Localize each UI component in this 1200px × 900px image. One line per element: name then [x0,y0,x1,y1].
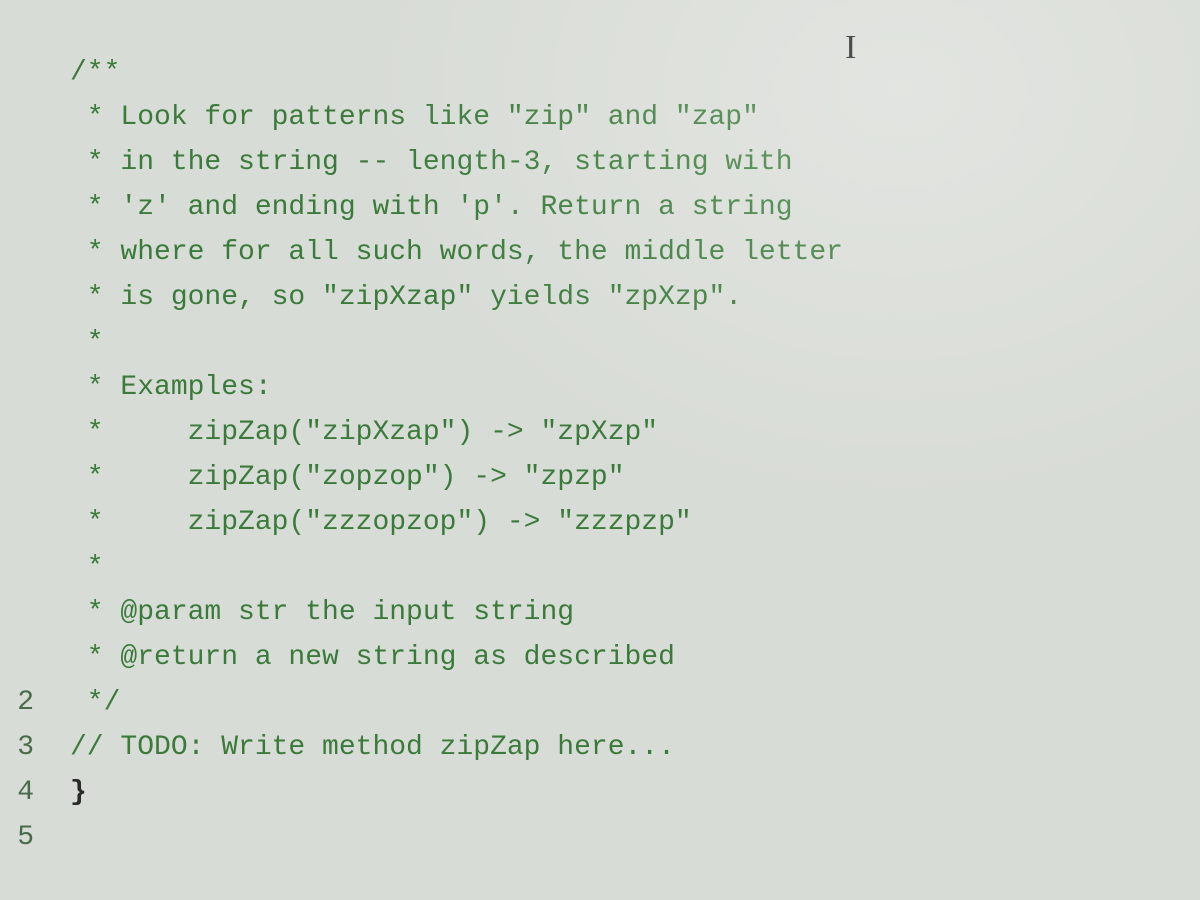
code-area[interactable]: /** * Look for patterns like "zip" and "… [40,50,1200,900]
gutter-line [0,140,34,185]
gutter-line [0,50,34,95]
gutter-line: 5 [0,815,34,860]
code-line[interactable]: * @return a new string as described [70,635,1200,680]
gutter-line [0,455,34,500]
gutter-line [0,635,34,680]
gutter-line [0,185,34,230]
code-line[interactable]: * where for all such words, the middle l… [70,230,1200,275]
code-line[interactable]: * [70,545,1200,590]
code-line[interactable]: * zipZap("zzzopzop") -> "zzzpzp" [70,500,1200,545]
gutter-line [0,95,34,140]
code-line[interactable]: * Look for patterns like "zip" and "zap" [70,95,1200,140]
text-cursor: I [845,22,856,73]
code-line[interactable]: * [70,320,1200,365]
gutter-line: 2 [0,680,34,725]
code-line[interactable]: * @param str the input string [70,590,1200,635]
code-line[interactable]: // TODO: Write method zipZap here... [70,725,1200,770]
code-line[interactable]: * 'z' and ending with 'p'. Return a stri… [70,185,1200,230]
line-number-gutter: 2 3 4 5 [0,50,40,900]
code-line[interactable]: /** [70,50,1200,95]
code-line[interactable]: * is gone, so "zipXzap" yields "zpXzp". [70,275,1200,320]
gutter-line: 3 [0,725,34,770]
code-line[interactable]: * Examples: [70,365,1200,410]
code-editor[interactable]: 2 3 4 5 /** * Look for patterns like "zi… [0,0,1200,900]
code-line[interactable]: */ [70,680,1200,725]
gutter-line [0,320,34,365]
gutter-line [0,545,34,590]
gutter-line [0,365,34,410]
code-line[interactable]: * zipZap("zopzop") -> "zpzp" [70,455,1200,500]
code-line[interactable]: * zipZap("zipXzap") -> "zpXzp" [70,410,1200,455]
gutter-line [0,410,34,455]
gutter-line [0,590,34,635]
gutter-line: 4 [0,770,34,815]
gutter-line [0,500,34,545]
code-line[interactable]: * in the string -- length-3, starting wi… [70,140,1200,185]
gutter-line [0,275,34,320]
code-line[interactable]: } [70,770,1200,815]
gutter-line [0,230,34,275]
